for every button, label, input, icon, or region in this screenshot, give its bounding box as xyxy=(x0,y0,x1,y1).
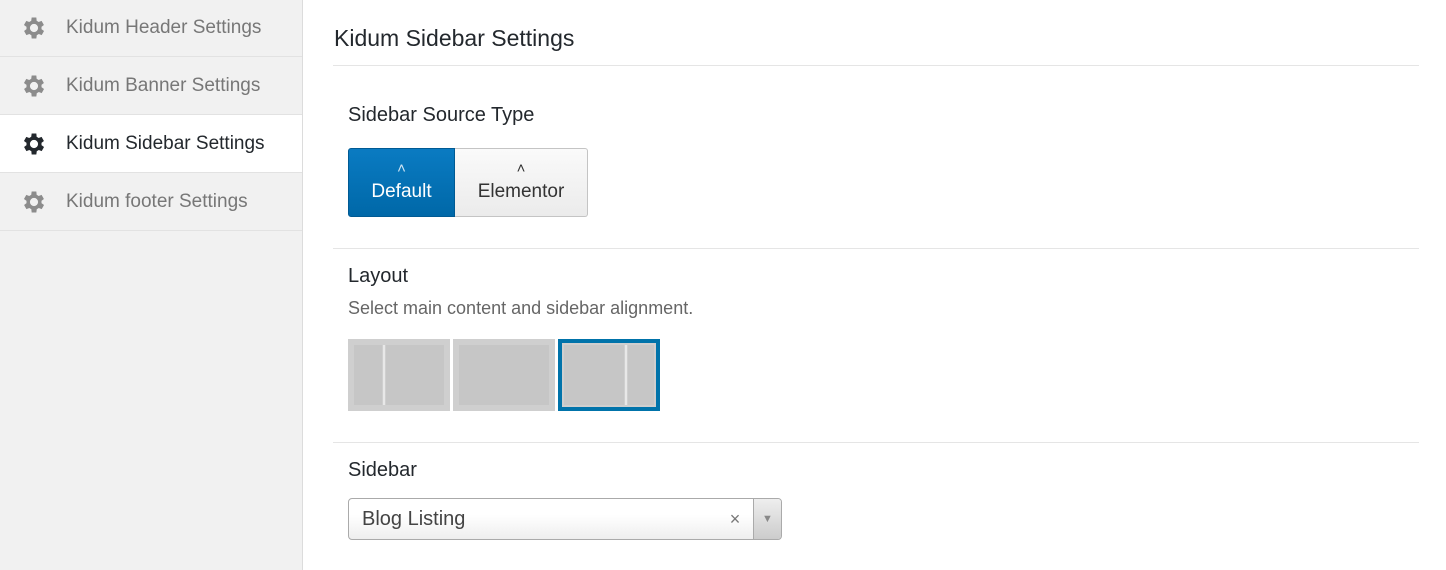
settings-sidebar: Kidum Header Settings Kidum Banner Setti… xyxy=(0,0,303,570)
elementor-source-button[interactable]: ˄ Elementor xyxy=(455,148,588,217)
caret-up-icon: ˄ xyxy=(397,159,406,177)
elementor-source-label: Elementor xyxy=(477,180,565,202)
content-panel xyxy=(564,345,624,405)
layout-options xyxy=(348,339,1419,411)
divider xyxy=(383,345,385,405)
caret-up-icon: ˄ xyxy=(516,159,526,177)
sidebar-select-value: Blog Listing xyxy=(362,507,466,530)
default-source-button[interactable]: ˄ Default xyxy=(348,148,455,217)
content-panel xyxy=(386,345,444,405)
sidebar-panel xyxy=(354,345,382,405)
layout-full-width-option[interactable] xyxy=(453,339,555,411)
sidebar-item-header-settings[interactable]: Kidum Header Settings xyxy=(0,0,302,57)
divider xyxy=(625,345,627,405)
layout-label: Layout xyxy=(348,265,409,287)
dropdown-arrow-icon[interactable]: ▼ xyxy=(753,499,781,539)
sidebar-panel xyxy=(628,345,654,405)
gear-icon xyxy=(20,130,48,158)
clear-icon[interactable]: × xyxy=(723,509,747,530)
gear-icon xyxy=(20,72,48,100)
sidebar-item-sidebar-settings[interactable]: Kidum Sidebar Settings xyxy=(0,115,302,173)
sidebar-item-label: Kidum Sidebar Settings xyxy=(66,132,265,154)
sidebar-label: Sidebar xyxy=(348,459,417,481)
layout-right-sidebar-option[interactable] xyxy=(558,339,660,411)
layout-description: Select main content and sidebar alignmen… xyxy=(348,298,694,318)
gear-icon xyxy=(20,188,48,216)
source-type-section: Sidebar Source Type ˄ Default ˄ Elemento… xyxy=(333,66,1419,249)
source-type-label: Sidebar Source Type xyxy=(348,104,535,126)
page-title: Kidum Sidebar Settings xyxy=(333,0,1419,66)
sidebar-item-banner-settings[interactable]: Kidum Banner Settings xyxy=(0,57,302,115)
sidebar-item-label: Kidum footer Settings xyxy=(66,190,248,212)
sidebar-select-section: Sidebar Blog Listing × ▼ xyxy=(333,443,1419,540)
default-source-label: Default xyxy=(371,180,432,202)
source-type-button-group: ˄ Default ˄ Elementor xyxy=(348,148,1419,217)
layout-left-sidebar-option[interactable] xyxy=(348,339,450,411)
content-panel xyxy=(459,345,549,405)
sidebar-item-label: Kidum Banner Settings xyxy=(66,74,261,96)
sidebar-select[interactable]: Blog Listing × ▼ xyxy=(348,498,782,540)
gear-icon xyxy=(20,14,48,42)
sidebar-item-label: Kidum Header Settings xyxy=(66,17,262,38)
sidebar-item-footer-settings[interactable]: Kidum footer Settings xyxy=(0,173,302,231)
layout-section: Layout Select main content and sidebar a… xyxy=(333,249,1419,443)
settings-panel: Kidum Sidebar Settings Sidebar Source Ty… xyxy=(303,0,1446,570)
